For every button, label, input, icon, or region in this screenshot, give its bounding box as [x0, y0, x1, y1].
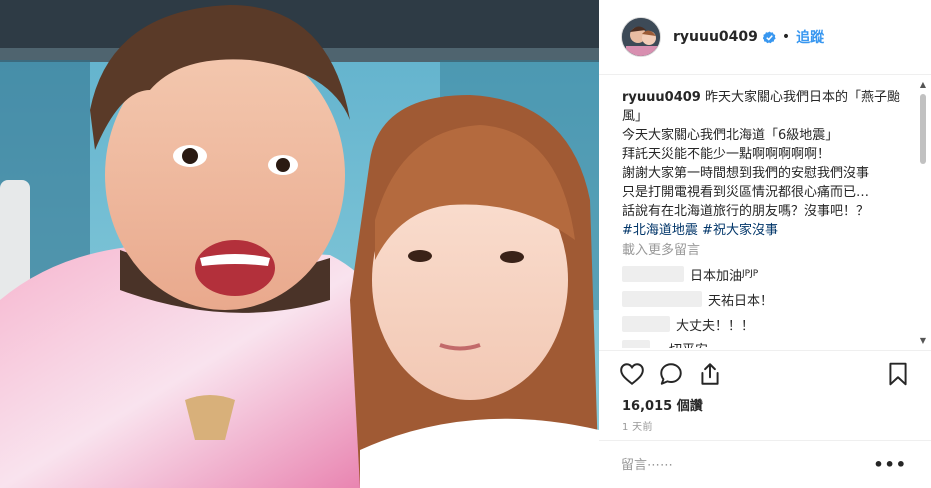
caption-line-1: ryuuu0409 昨天大家關心我們日本的「燕子颱風」 [622, 88, 900, 126]
share-icon[interactable] [697, 361, 723, 387]
comment-icon[interactable] [658, 361, 684, 387]
comment-row: 日本加油 JPJP [622, 264, 758, 284]
comment-username-blurred [622, 316, 670, 332]
instagram-post: ryuuu0409 • 追蹤 ryuuu0409 昨天大家關心我們日本的「燕子颱… [0, 0, 931, 488]
avatar[interactable] [621, 17, 661, 57]
caption-line-3: 拜託天災能不能少一點啊啊啊啊啊！ [622, 147, 831, 162]
more-options-icon[interactable]: ••• [873, 455, 907, 474]
post-actions [599, 350, 931, 395]
comment-suffix: JPJP [742, 269, 759, 279]
comments-scrollbar[interactable]: ▲ ▼ [917, 78, 929, 346]
comment-row: 一切平安 [622, 338, 708, 348]
post-timestamp[interactable]: 1 天前 [622, 418, 653, 433]
photo-illustration [0, 0, 599, 488]
hashtag-link[interactable]: #北海道地震 [622, 223, 698, 238]
comment-text: 一切平安 [656, 339, 708, 349]
hashtag-link[interactable]: #祝大家沒事 [702, 223, 778, 238]
comment-username-blurred [622, 340, 650, 348]
caption-username[interactable]: ryuuu0409 [622, 90, 701, 105]
load-more-comments[interactable]: 載入更多留言 [622, 239, 700, 258]
caption-line-6: 話說有在北海道旅行的朋友嗎？沒事吧！？ [622, 204, 870, 219]
header-separator: • [781, 29, 791, 45]
add-comment-section: ••• [599, 440, 931, 488]
comment-input[interactable] [621, 456, 871, 474]
post-header: ryuuu0409 • 追蹤 [599, 0, 931, 75]
verified-badge-icon [762, 30, 776, 43]
post-photo[interactable] [0, 0, 599, 488]
comment-text: 日本加油 [690, 268, 743, 284]
header-username[interactable]: ryuuu0409 [673, 29, 758, 45]
caption-line-5: 只是打開電視看到災區情況都很心痛而已… [622, 185, 870, 200]
comment-text: 天祐日本！ [708, 293, 774, 309]
caption-hashtags: #北海道地震 #祝大家沒事 [622, 221, 900, 240]
scroll-up-arrow-icon[interactable]: ▲ [917, 78, 929, 90]
comment-text: 大丈夫！！！ [676, 318, 755, 334]
heart-icon[interactable] [619, 361, 645, 387]
scroll-down-arrow-icon[interactable]: ▼ [917, 334, 929, 346]
comment-username-blurred [622, 291, 702, 307]
follow-button[interactable]: 追蹤 [796, 27, 824, 47]
bookmark-icon[interactable] [885, 361, 911, 387]
likes-label: 個讚 [672, 399, 703, 414]
comment-username-blurred [622, 266, 684, 282]
post-side-panel: ryuuu0409 • 追蹤 ryuuu0409 昨天大家關心我們日本的「燕子颱… [599, 0, 931, 488]
caption-line-2: 今天大家關心我們北海道「6級地震」 [622, 128, 839, 143]
likes-count[interactable]: 16,015 個讚 [622, 395, 703, 414]
post-caption: ryuuu0409 昨天大家關心我們日本的「燕子颱風」 今天大家關心我們北海道「… [622, 88, 900, 240]
scrollbar-thumb[interactable] [920, 94, 926, 164]
comment-row: 天祐日本！ [622, 289, 773, 309]
comment-row: 大丈夫！！！ [622, 314, 754, 334]
comments-list[interactable]: ryuuu0409 昨天大家關心我們日本的「燕子颱風」 今天大家關心我們北海道「… [599, 76, 931, 348]
likes-number: 16,015 [622, 399, 673, 414]
caption-line-4: 謝謝大家第一時間想到我們的安慰我們沒事 [622, 166, 870, 181]
